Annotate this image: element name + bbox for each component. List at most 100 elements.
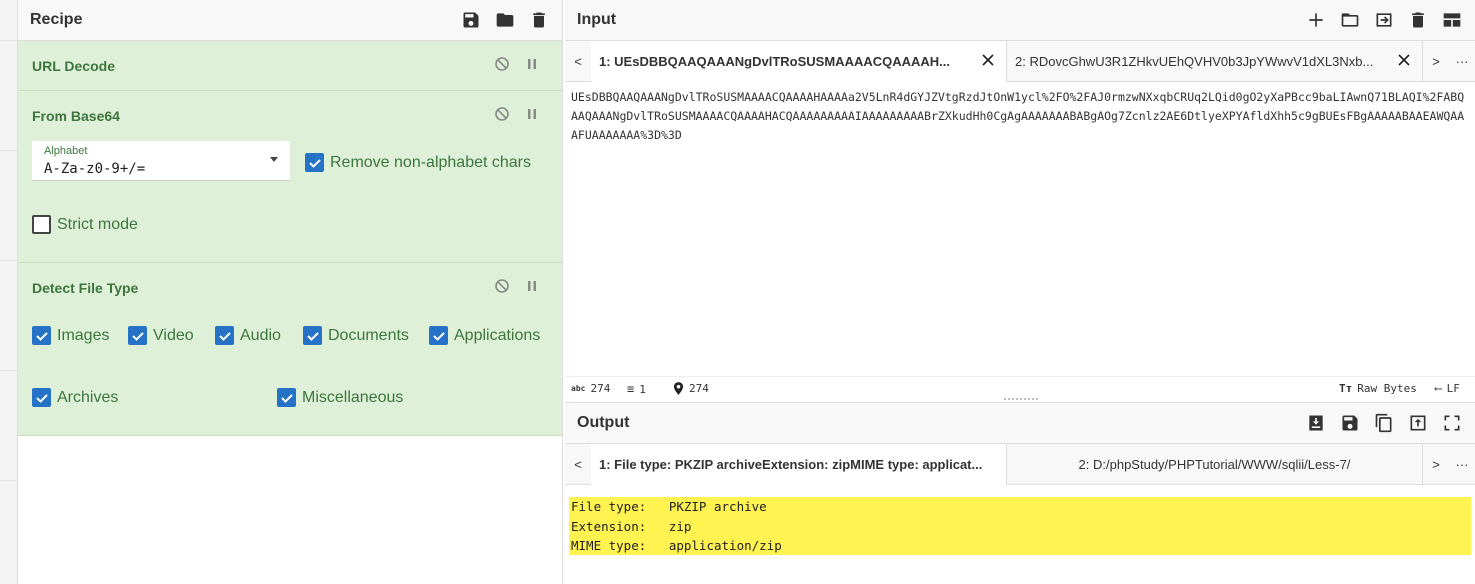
applications-checkbox[interactable]: Applications	[429, 326, 540, 345]
checkbox-label: Images	[57, 326, 110, 344]
disable-icon[interactable]	[494, 278, 510, 299]
checkbox-checked-icon	[429, 326, 448, 345]
tab-label: 1: UEsDBBQAAQAAANgDvlTRoSUSMAAAACQAAAAH.…	[599, 53, 951, 69]
replace-input-icon[interactable]	[1407, 412, 1429, 434]
checkbox-label: Video	[153, 326, 194, 344]
disable-icon[interactable]	[494, 56, 510, 77]
trash-icon[interactable]	[528, 9, 550, 31]
length-stat: abc 274	[571, 382, 610, 395]
text-format-icon: Tт	[1339, 382, 1353, 395]
checkbox-label: Applications	[454, 326, 541, 344]
disable-icon[interactable]	[494, 106, 510, 127]
output-header: Output	[565, 403, 1475, 444]
tab-prev-button[interactable]: <	[565, 457, 591, 472]
checkbox-label: Audio	[240, 326, 281, 344]
return-arrow-icon: ⟵	[1435, 382, 1442, 395]
op-title: From Base64	[32, 108, 120, 124]
download-icon[interactable]	[1305, 412, 1327, 434]
strict-mode-checkbox[interactable]: Strict mode	[32, 215, 138, 234]
tab-output-1[interactable]: 1: File type: PKZIP archiveExtension: zi…	[591, 443, 1007, 485]
input-title: Input	[577, 11, 617, 28]
location-pin-icon	[673, 382, 684, 395]
maximise-icon[interactable]	[1441, 412, 1463, 434]
add-tab-icon[interactable]	[1305, 9, 1327, 31]
op-title: Detect File Type	[32, 280, 139, 296]
save-icon[interactable]	[1339, 412, 1361, 434]
video-checkbox[interactable]: Video	[128, 326, 194, 345]
op-title: URL Decode	[32, 58, 115, 74]
tab-prev-button[interactable]: <	[565, 54, 591, 69]
trash-icon[interactable]	[1407, 9, 1429, 31]
output-line: Extension: zip	[571, 518, 692, 534]
checkbox-checked-icon	[32, 326, 51, 345]
tab-output-2[interactable]: 2: D:/phpStudy/PHPTutorial/WWW/sqlii/Les…	[1007, 443, 1423, 485]
eol-value: LF	[1446, 382, 1460, 395]
output-pane: Output < 1: File type: PKZIP archiveExte…	[565, 402, 1475, 584]
input-textarea[interactable]: UEsDBBQAAQAAANgDvlTRoSUSMAAAACQAAAAHAAAA…	[565, 82, 1475, 151]
op-from-base64[interactable]: From Base64 Alphabet A-Za-z0-9+/= Remove…	[18, 91, 562, 263]
tab-label: 2: D:/phpStudy/PHPTutorial/WWW/sqlii/Les…	[1078, 456, 1351, 472]
recipe-header: Recipe	[18, 0, 562, 41]
checkbox-checked-icon	[32, 388, 51, 407]
recipe-title: Recipe	[30, 11, 83, 28]
output-tabs: < 1: File type: PKZIP archiveExtension: …	[565, 443, 1475, 485]
checkbox-checked-icon	[215, 326, 234, 345]
archives-checkbox[interactable]: Archives	[32, 388, 118, 407]
raw-bytes-label: Raw Bytes	[1357, 382, 1417, 395]
layout-icon[interactable]	[1441, 9, 1463, 31]
remove-non-alpha-checkbox[interactable]: Remove non-alphabet chars	[305, 153, 531, 172]
folder-icon[interactable]	[494, 9, 516, 31]
tab-input-2[interactable]: 2: RDovcGhwU3R1ZHkvUEhQVHV0b3JpYWwvV1dXL…	[1007, 40, 1423, 82]
audio-checkbox[interactable]: Audio	[215, 326, 281, 345]
close-icon[interactable]	[1396, 52, 1412, 68]
tab-next-button[interactable]: >	[1423, 54, 1449, 69]
operations-gutter	[0, 0, 18, 584]
pause-icon[interactable]	[524, 106, 540, 127]
open-folder-icon[interactable]	[1339, 9, 1361, 31]
tab-more-button[interactable]: ···	[1449, 54, 1475, 69]
chevron-down-icon	[270, 157, 278, 162]
close-icon[interactable]	[980, 52, 996, 68]
raw-bytes-toggle[interactable]: Tт Raw Bytes	[1339, 382, 1417, 395]
copy-icon[interactable]	[1373, 412, 1395, 434]
output-line: MIME type: application/zip	[571, 538, 782, 553]
length-value: 274	[590, 382, 611, 395]
pause-icon[interactable]	[524, 278, 540, 299]
tab-next-button[interactable]: >	[1423, 457, 1449, 472]
checkbox-label: Strict mode	[57, 215, 138, 233]
checkbox-label: Documents	[328, 326, 409, 344]
lines-icon: ≡	[627, 382, 635, 396]
images-checkbox[interactable]: Images	[32, 326, 109, 345]
input-tabs: < 1: UEsDBBQAAQAAANgDvlTRoSUSMAAAACQAAAA…	[565, 40, 1475, 82]
op-detect-file-type[interactable]: Detect File Type Images Video Audio Docu…	[18, 263, 562, 436]
documents-checkbox[interactable]: Documents	[303, 326, 409, 345]
op-url-decode[interactable]: URL Decode	[18, 41, 562, 91]
checkbox-checked-icon	[277, 388, 296, 407]
position-stat: 274	[673, 382, 709, 395]
position-value: 274	[689, 382, 709, 395]
output-text[interactable]: File type: PKZIP archive Extension: zip MI…	[571, 497, 782, 556]
alphabet-select[interactable]: Alphabet A-Za-z0-9+/=	[32, 141, 290, 181]
lines-stat: ≡ 1	[627, 382, 646, 396]
tab-input-1[interactable]: 1: UEsDBBQAAQAAANgDvlTRoSUSMAAAACQAAAAH.…	[591, 40, 1007, 82]
alphabet-label: Alphabet	[44, 145, 88, 157]
lines-value: 1	[639, 382, 646, 396]
length-icon: abc	[571, 384, 586, 393]
checkbox-checked-icon	[305, 153, 324, 172]
input-header: Input	[565, 0, 1475, 41]
tab-more-button[interactable]: ···	[1449, 457, 1475, 472]
miscellaneous-checkbox[interactable]: Miscellaneous	[277, 388, 403, 407]
input-pane: Input < 1: UEsDBBQAAQAAANgDvlTRoSUSMAAAA…	[565, 0, 1475, 400]
cyberchef-app: Recipe URL Decode From Base64 Alphabet A…	[0, 0, 1475, 584]
tab-label: 2: RDovcGhwU3R1ZHkvUEhQVHV0b3JpYWwvV1dXL…	[1015, 53, 1374, 69]
eol-toggle[interactable]: ⟵ LF	[1435, 382, 1460, 395]
checkbox-label: Remove non-alphabet chars	[330, 153, 532, 171]
save-icon[interactable]	[460, 9, 482, 31]
checkbox-label: Archives	[57, 388, 119, 406]
output-line: File type: PKZIP archive	[571, 499, 767, 514]
open-file-icon[interactable]	[1373, 9, 1395, 31]
checkbox-unchecked-icon	[32, 215, 51, 234]
tab-label: 1: File type: PKZIP archiveExtension: zi…	[599, 456, 983, 472]
pause-icon[interactable]	[524, 56, 540, 77]
checkbox-checked-icon	[303, 326, 322, 345]
